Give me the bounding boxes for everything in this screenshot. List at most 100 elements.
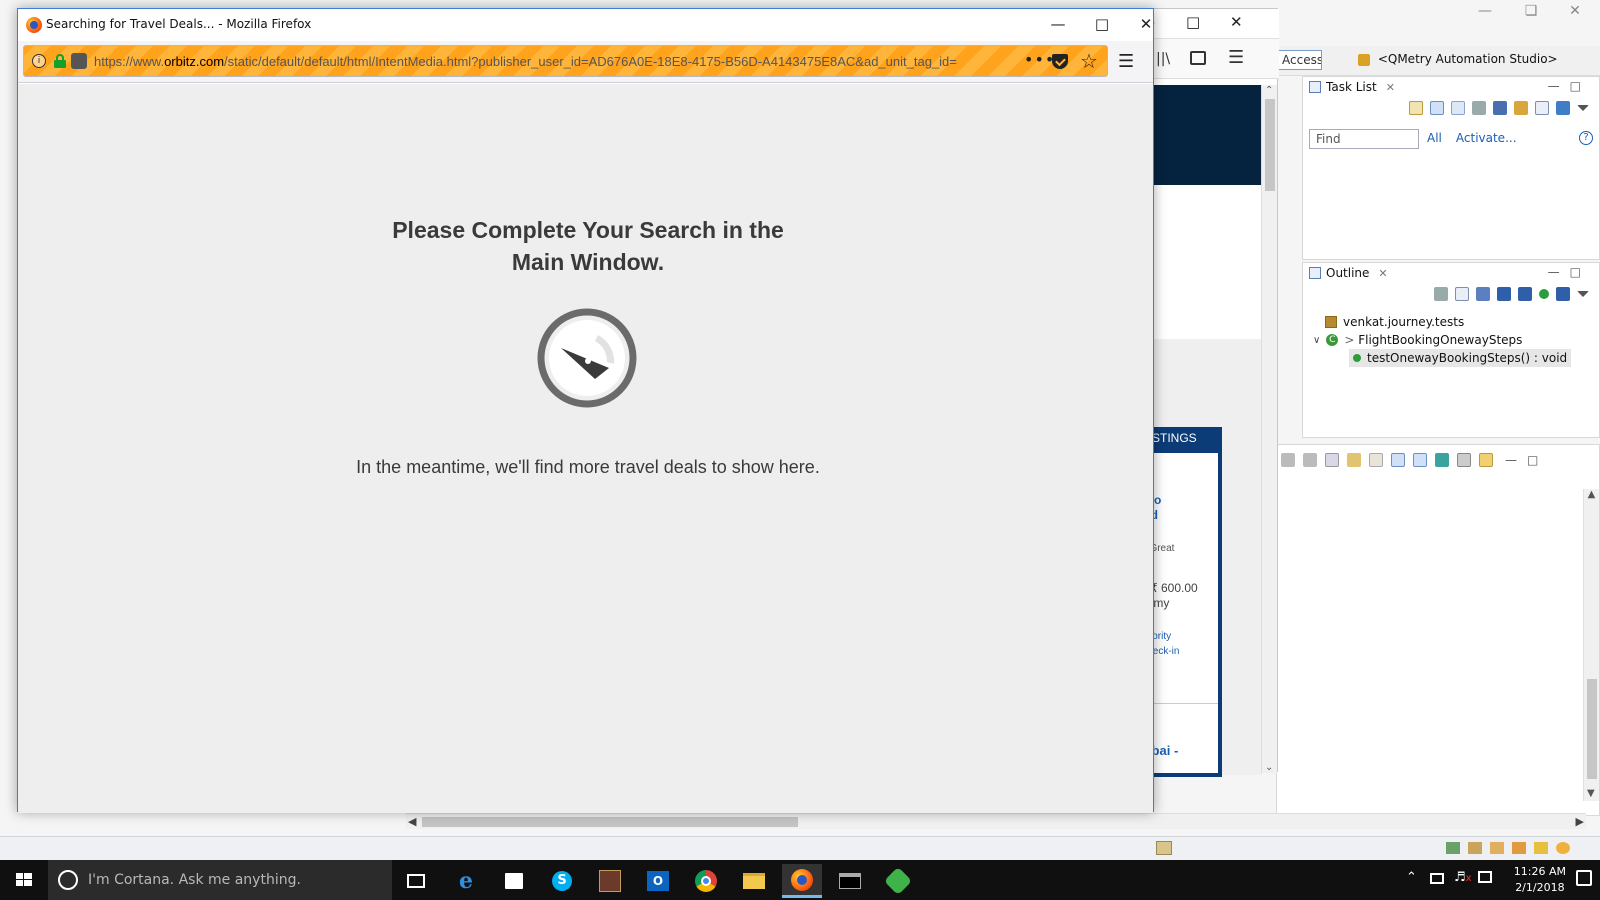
focus-icon[interactable] <box>1472 101 1486 115</box>
close-button[interactable]: ✕ <box>1230 13 1243 31</box>
taskbar-app-game[interactable] <box>590 864 630 898</box>
taskbar-command-prompt[interactable] <box>830 864 870 898</box>
display-console-icon[interactable] <box>1457 453 1471 467</box>
bookmark-star-icon[interactable]: ☆ <box>1080 49 1098 73</box>
scroll-down-icon[interactable]: ▼ <box>1587 788 1595 799</box>
outline-method[interactable]: testOnewayBookingSteps() : void <box>1349 349 1572 367</box>
network-icon[interactable] <box>1430 873 1444 884</box>
scroll-up-icon[interactable]: ▲ <box>1584 489 1599 500</box>
view-menu-icon[interactable] <box>1577 105 1589 111</box>
view-window-controls[interactable]: —□ <box>1548 265 1591 279</box>
url-bar[interactable]: i https://www.orbitz.com/static/default/… <box>23 45 1108 77</box>
heading-line-2: Main Window. <box>511 249 665 275</box>
remove-launch-icon[interactable] <box>1303 453 1317 467</box>
eclipse-restore-button[interactable]: ❏ <box>1508 0 1554 24</box>
collapse-all-icon[interactable] <box>1455 287 1469 301</box>
scroll-thumb[interactable] <box>1265 99 1275 191</box>
maximize-button[interactable]: □ <box>1186 13 1200 31</box>
url-text[interactable]: https://www.orbitz.com/static/default/de… <box>94 54 1014 69</box>
scroll-lock-icon[interactable] <box>1347 453 1361 467</box>
status-tray-icons[interactable] <box>1446 842 1570 854</box>
categorized-icon[interactable] <box>1430 101 1444 115</box>
volume-muted-icon[interactable]: ♬x <box>1454 870 1472 885</box>
scroll-thumb[interactable] <box>422 817 798 827</box>
info-icon[interactable]: i <box>32 54 46 68</box>
focus-icon[interactable] <box>1434 287 1448 301</box>
show-on-output-icon[interactable] <box>1391 453 1405 467</box>
scroll-thumb[interactable] <box>1587 679 1597 779</box>
filter-activate-link[interactable]: Activate... <box>1456 131 1517 145</box>
library-icon[interactable]: ||\ <box>1156 51 1170 67</box>
console-vertical-scrollbar[interactable]: ▲ ▼ <box>1583 489 1599 801</box>
tracking-protection-icon[interactable] <box>71 53 87 69</box>
eclipse-minimize-button[interactable]: — <box>1462 0 1508 24</box>
filter-all-link[interactable]: All <box>1427 131 1442 145</box>
scroll-up-icon[interactable]: ⌃ <box>1265 85 1273 96</box>
pin-console-icon[interactable] <box>1435 453 1449 467</box>
word-wrap-icon[interactable] <box>1369 453 1383 467</box>
clear-console-icon[interactable] <box>1325 453 1339 467</box>
taskbar-app-hex[interactable] <box>878 864 918 898</box>
new-task-icon[interactable] <box>1409 101 1423 115</box>
popup-titlebar[interactable]: Searching for Travel Deals... - Mozilla … <box>18 9 1153 41</box>
editor-horizontal-scrollbar[interactable]: ◀ ▶ <box>406 813 1586 829</box>
scroll-down-icon[interactable]: ⌄ <box>1265 762 1273 773</box>
taskbar-skype[interactable]: S <box>542 864 582 898</box>
lock-icon[interactable] <box>54 54 66 68</box>
sort-icon[interactable] <box>1476 287 1490 301</box>
pocket-icon[interactable] <box>1052 54 1068 69</box>
help-icon[interactable]: ? <box>1579 131 1593 145</box>
scheduled-icon[interactable] <box>1451 101 1465 115</box>
action-center-icon[interactable] <box>1576 870 1592 886</box>
firefox-logo-icon <box>26 17 42 33</box>
menu-icon[interactable]: ☰ <box>1228 47 1244 68</box>
view-menu-icon[interactable] <box>1577 291 1589 297</box>
hide-static-icon[interactable] <box>1518 287 1532 301</box>
chevron-down-icon[interactable]: ∨ <box>1313 335 1320 346</box>
chevron-up-icon[interactable]: ⌃ <box>1406 870 1417 885</box>
scroll-right-icon[interactable]: ▶ <box>1576 815 1584 828</box>
terminate-icon[interactable] <box>1281 453 1295 467</box>
minimize-button[interactable]: — <box>1036 13 1080 37</box>
close-button[interactable]: ✕ <box>1124 13 1168 37</box>
taskbar-chrome[interactable] <box>686 864 726 898</box>
sync-icon[interactable] <box>1514 101 1528 115</box>
scroll-left-icon[interactable]: ◀ <box>408 815 416 828</box>
open-console-icon[interactable] <box>1479 453 1493 467</box>
taskbar-file-explorer[interactable] <box>734 864 774 898</box>
view-window-controls[interactable]: —□ <box>1505 453 1548 467</box>
cortana-search-box[interactable]: I'm Cortana. Ask me anything. <box>48 860 392 900</box>
back-window-scrollbar[interactable]: ⌃ ⌄ <box>1261 85 1277 773</box>
quick-access-input[interactable]: Access <box>1278 50 1322 70</box>
outline-class[interactable]: ∨ C > FlightBookingOnewaySteps <box>1313 331 1571 349</box>
hide-local-types-icon[interactable] <box>1556 287 1570 301</box>
maximize-button[interactable]: □ <box>1080 13 1124 37</box>
taskbar-store[interactable] <box>494 864 534 898</box>
view-window-controls[interactable]: —□ <box>1548 79 1591 93</box>
task-find-input[interactable]: Find <box>1309 129 1419 149</box>
collapse-icon[interactable] <box>1535 101 1549 115</box>
page-actions-more-icon[interactable]: ••• <box>1024 50 1055 69</box>
sidebar-icon[interactable] <box>1190 51 1206 65</box>
hide-non-public-icon[interactable] <box>1539 289 1549 299</box>
close-icon[interactable]: ✕ <box>1386 81 1395 94</box>
repository-icon[interactable] <box>1556 101 1570 115</box>
taskbar-edge[interactable]: e <box>446 864 486 898</box>
eclipse-close-button[interactable]: ✕ <box>1552 0 1598 24</box>
outline-package[interactable]: venkat.journey.tests <box>1313 313 1571 331</box>
hamburger-menu-icon[interactable]: ☰ <box>1118 51 1134 72</box>
hide-fields-icon[interactable] <box>1497 287 1511 301</box>
outline-tab[interactable]: Outline ✕ <box>1309 266 1388 280</box>
task-list-tab[interactable]: Task List ✕ <box>1309 80 1395 94</box>
start-button[interactable] <box>0 860 48 900</box>
hide-completed-icon[interactable] <box>1493 101 1507 115</box>
taskbar-firefox[interactable] <box>782 864 822 898</box>
progress-icon[interactable] <box>1156 841 1172 855</box>
taskbar-clock[interactable]: 11:26 AM 2/1/2018 <box>1514 864 1566 896</box>
notification-icon[interactable] <box>1478 871 1492 883</box>
perspective-switcher[interactable]: <QMetry Automation Studio> <box>1352 48 1564 72</box>
show-on-error-icon[interactable] <box>1413 453 1427 467</box>
close-icon[interactable]: ✕ <box>1378 267 1387 280</box>
task-view-button[interactable] <box>396 864 436 898</box>
taskbar-outlook[interactable]: O <box>638 864 678 898</box>
